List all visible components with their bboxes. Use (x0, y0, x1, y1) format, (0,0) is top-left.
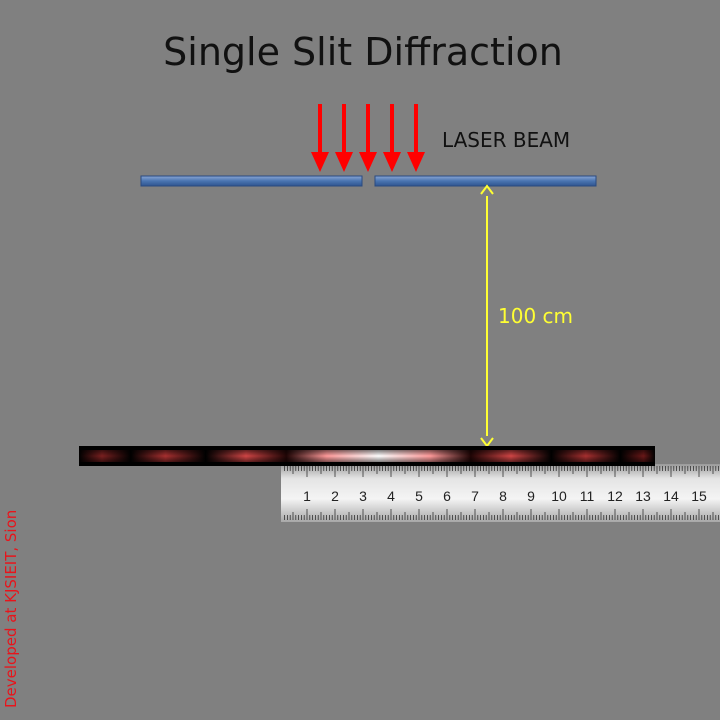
credit-text: Developed at KJSIEIT, Sion (2, 509, 20, 708)
ruler-number: 2 (331, 488, 339, 504)
laser-arrow-icon (383, 104, 401, 172)
slit-plate-left (140, 175, 363, 187)
laser-arrow-icon (311, 104, 329, 172)
diffraction-pattern (79, 446, 655, 466)
ruler-number: 9 (527, 488, 535, 504)
ruler-number: 15 (691, 488, 707, 504)
ruler-number: 4 (387, 488, 395, 504)
laser-arrow-icon (407, 104, 425, 172)
ruler-number: 8 (499, 488, 507, 504)
ruler: 1 2 3 4 5 6 7 8 9 10 11 12 13 14 15 (281, 464, 720, 522)
distance-arrow (480, 184, 494, 448)
ruler-number: 5 (415, 488, 423, 504)
ruler-number: 1 (303, 488, 311, 504)
ruler-number: 7 (471, 488, 479, 504)
ruler-number: 14 (663, 488, 679, 504)
ruler-number: 3 (359, 488, 367, 504)
ruler-number: 11 (580, 488, 595, 504)
laser-arrows (311, 104, 425, 172)
distance-label: 100 cm (498, 304, 574, 328)
ruler-number: 12 (607, 488, 623, 504)
diffraction-diagram: 1 2 3 4 5 6 7 8 9 10 11 12 13 14 15 (79, 104, 720, 522)
slit-plate-right (374, 175, 597, 187)
laser-arrow-icon (359, 104, 377, 172)
ruler-number: 13 (635, 488, 651, 504)
ruler-number: 6 (443, 488, 451, 504)
laser-beam-label: LASER BEAM (442, 128, 571, 152)
ruler-number: 10 (551, 488, 567, 504)
laser-arrow-icon (335, 104, 353, 172)
